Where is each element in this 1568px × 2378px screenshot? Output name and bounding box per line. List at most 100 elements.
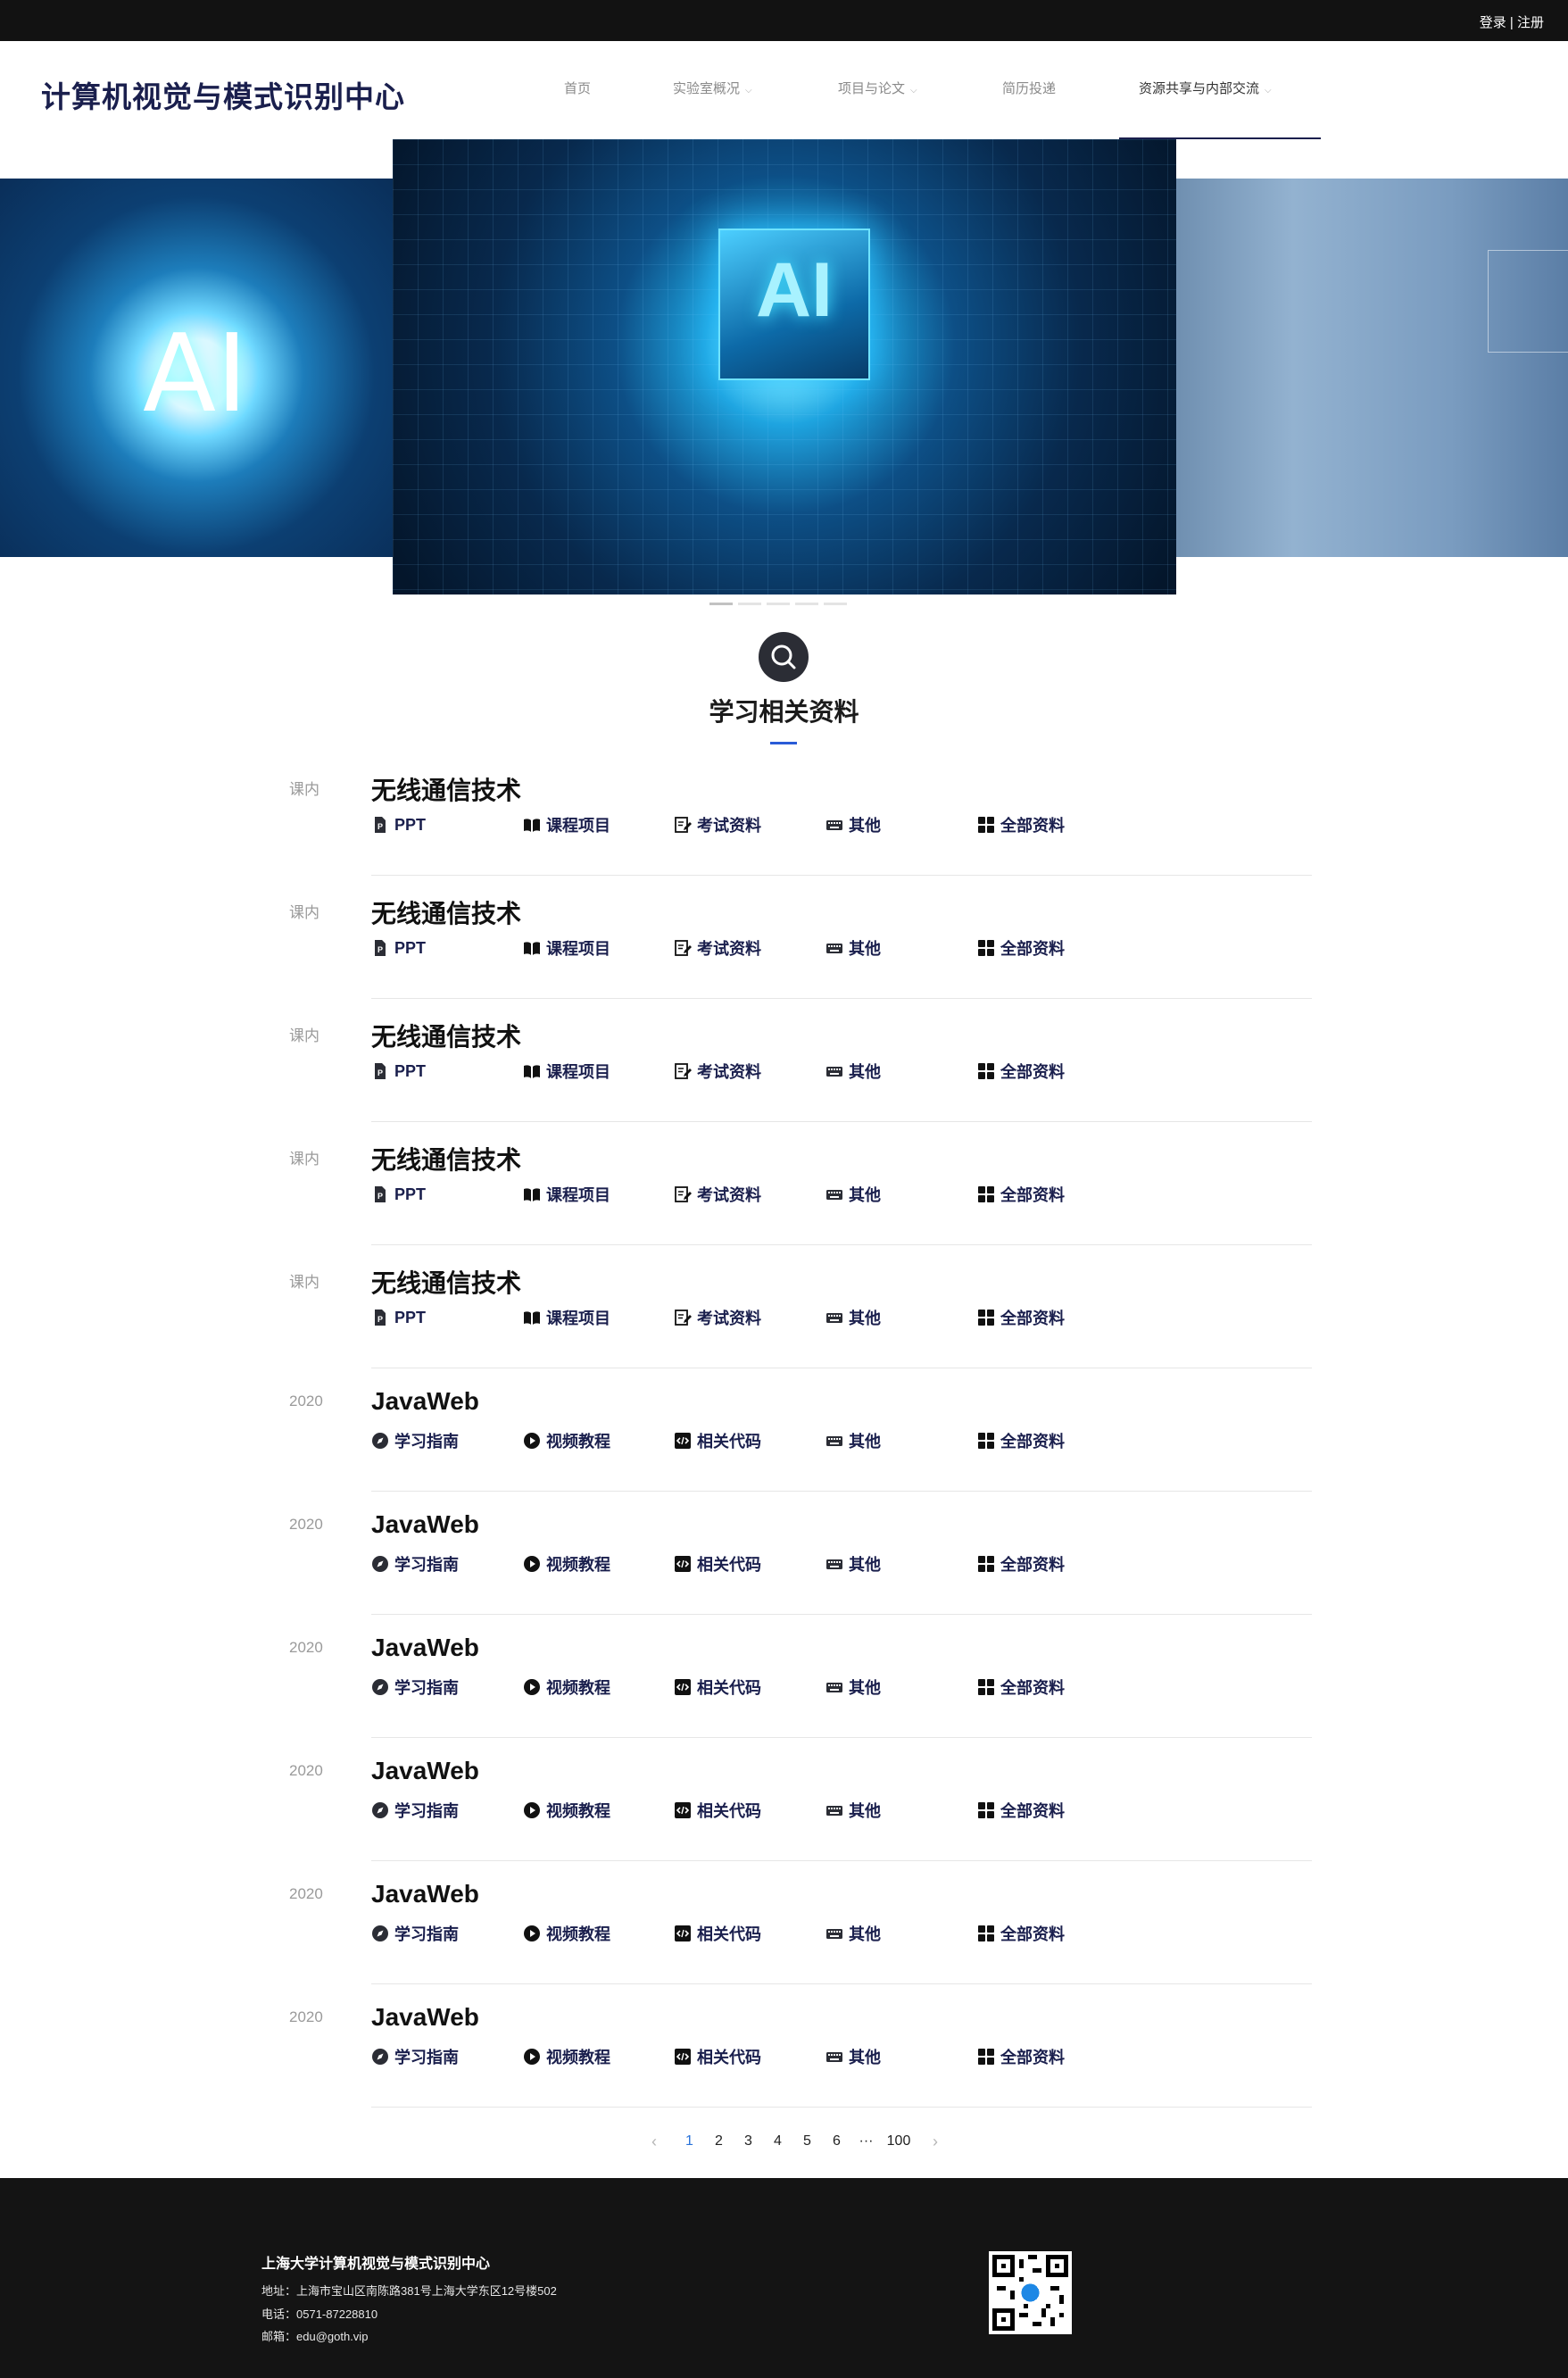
item-title[interactable]: 无线通信技术 xyxy=(371,1264,521,1300)
item-title[interactable]: JavaWeb xyxy=(371,1387,479,1416)
resource-link[interactable]: 课程项目 xyxy=(523,1184,610,1205)
resource-link[interactable]: 全部资料 xyxy=(977,937,1065,959)
resource-link[interactable]: 考试资料 xyxy=(674,1307,761,1328)
page-3[interactable]: 3 xyxy=(734,2133,763,2149)
banner-prev-slide[interactable]: AI xyxy=(0,179,393,557)
resource-link[interactable]: P PPT xyxy=(371,937,426,959)
resource-link[interactable]: 视频教程 xyxy=(523,1553,610,1575)
carousel-dot[interactable] xyxy=(767,603,790,605)
resource-link[interactable]: 考试资料 xyxy=(674,1060,761,1082)
nav-label: 项目与论文 xyxy=(838,81,906,96)
resource-link[interactable]: 相关代码 xyxy=(674,1553,761,1575)
resource-link[interactable]: 相关代码 xyxy=(674,1923,761,1944)
resource-link[interactable]: 全部资料 xyxy=(977,1060,1065,1082)
chevron-down-icon: ⌵ xyxy=(745,86,752,96)
page-6[interactable]: 6 xyxy=(822,2133,851,2149)
resource-link[interactable]: 其他 xyxy=(825,1307,881,1328)
resource-link[interactable]: 学习指南 xyxy=(371,1430,459,1451)
resource-link[interactable]: 其他 xyxy=(825,1553,881,1575)
resource-link[interactable]: 其他 xyxy=(825,814,881,836)
resource-link[interactable]: 考试资料 xyxy=(674,814,761,836)
nav-home[interactable]: 首页 xyxy=(564,41,591,139)
item-title[interactable]: 无线通信技术 xyxy=(371,1018,521,1053)
item-title[interactable]: JavaWeb xyxy=(371,2003,479,2032)
resource-link[interactable]: 全部资料 xyxy=(977,1184,1065,1205)
resource-link[interactable]: 其他 xyxy=(825,937,881,959)
resource-link-label: 全部资料 xyxy=(1000,2049,1065,2066)
nav-projects-papers[interactable]: 项目与论文 ⌵ xyxy=(838,41,917,139)
next-page-button[interactable]: › xyxy=(924,2133,947,2151)
item-title[interactable]: JavaWeb xyxy=(371,1634,479,1662)
resource-link[interactable]: 视频教程 xyxy=(523,2046,610,2067)
resource-link[interactable]: 学习指南 xyxy=(371,1553,459,1575)
resource-link[interactable]: 全部资料 xyxy=(977,1307,1065,1328)
banner-left-text: AI xyxy=(143,312,248,437)
banner-main-slide[interactable]: AI xyxy=(393,139,1176,594)
site-title[interactable]: 计算机视觉与模式识别中心 xyxy=(41,73,405,116)
carousel-dot[interactable] xyxy=(738,603,761,605)
resource-link[interactable]: 视频教程 xyxy=(523,1800,610,1821)
item-title[interactable]: 无线通信技术 xyxy=(371,771,521,807)
resource-link[interactable]: 视频教程 xyxy=(523,1676,610,1698)
page-5[interactable]: 5 xyxy=(792,2133,822,2149)
grid-icon xyxy=(977,816,1000,834)
resource-link[interactable]: 全部资料 xyxy=(977,2046,1065,2067)
banner-next-slide[interactable] xyxy=(1175,179,1568,557)
list-item: 课内 无线通信技术 P PPT 课程项目 考试资料 其他 全部资料 xyxy=(0,889,1568,1012)
resource-link-label: 课程项目 xyxy=(546,1063,610,1081)
resource-link[interactable]: 相关代码 xyxy=(674,1676,761,1698)
resource-link[interactable]: 全部资料 xyxy=(977,1430,1065,1451)
resource-link[interactable]: 其他 xyxy=(825,1060,881,1082)
resource-link[interactable]: 考试资料 xyxy=(674,937,761,959)
item-title[interactable]: JavaWeb xyxy=(371,1757,479,1785)
resource-link[interactable]: 全部资料 xyxy=(977,1923,1065,1944)
resource-link[interactable]: 课程项目 xyxy=(523,814,610,836)
resource-link[interactable]: P PPT xyxy=(371,1184,426,1205)
nav-lab-overview[interactable]: 实验室概况 ⌵ xyxy=(673,41,752,139)
resource-link[interactable]: P PPT xyxy=(371,814,426,836)
resource-link[interactable]: 学习指南 xyxy=(371,1923,459,1944)
resource-link[interactable]: 其他 xyxy=(825,2046,881,2067)
page-4[interactable]: 4 xyxy=(763,2133,792,2149)
item-title[interactable]: JavaWeb xyxy=(371,1510,479,1539)
resource-link[interactable]: 视频教程 xyxy=(523,1430,610,1451)
resource-link-label: 全部资料 xyxy=(1000,1925,1065,1943)
resource-link[interactable]: P PPT xyxy=(371,1060,426,1082)
resource-link[interactable]: 全部资料 xyxy=(977,1553,1065,1575)
resource-link[interactable]: 视频教程 xyxy=(523,1923,610,1944)
page-2[interactable]: 2 xyxy=(704,2133,734,2149)
resource-link[interactable]: 考试资料 xyxy=(674,1184,761,1205)
item-title[interactable]: JavaWeb xyxy=(371,1880,479,1908)
carousel-dot[interactable] xyxy=(709,603,733,605)
register-link[interactable]: 注册 xyxy=(1517,15,1544,30)
resource-link[interactable]: 课程项目 xyxy=(523,1307,610,1328)
resource-link[interactable]: P PPT xyxy=(371,1307,426,1328)
resource-link[interactable]: 全部资料 xyxy=(977,814,1065,836)
resource-link[interactable]: 相关代码 xyxy=(674,1800,761,1821)
resource-link[interactable]: 相关代码 xyxy=(674,2046,761,2067)
login-link[interactable]: 登录 xyxy=(1480,15,1506,30)
resource-link[interactable]: 其他 xyxy=(825,1800,881,1821)
resource-link[interactable]: 其他 xyxy=(825,1430,881,1451)
resource-link-label: 课程项目 xyxy=(546,817,610,835)
resource-link[interactable]: 其他 xyxy=(825,1184,881,1205)
page-1[interactable]: 1 xyxy=(675,2133,704,2149)
resource-link[interactable]: 学习指南 xyxy=(371,1676,459,1698)
item-title[interactable]: 无线通信技术 xyxy=(371,1141,521,1177)
resource-link[interactable]: 学习指南 xyxy=(371,1800,459,1821)
carousel-dot[interactable] xyxy=(795,603,818,605)
resource-link[interactable]: 全部资料 xyxy=(977,1800,1065,1821)
resource-link[interactable]: 课程项目 xyxy=(523,1060,610,1082)
carousel-dot[interactable] xyxy=(824,603,847,605)
resource-link[interactable]: 课程项目 xyxy=(523,937,610,959)
resource-link[interactable]: 相关代码 xyxy=(674,1430,761,1451)
page-last[interactable]: 100 xyxy=(881,2133,917,2149)
resource-link[interactable]: 其他 xyxy=(825,1676,881,1698)
resource-link[interactable]: 其他 xyxy=(825,1923,881,1944)
prev-page-button[interactable]: ‹ xyxy=(643,2133,666,2151)
nav-resume[interactable]: 简历投递 xyxy=(1002,41,1056,139)
item-title[interactable]: 无线通信技术 xyxy=(371,894,521,930)
nav-resources[interactable]: 资源共享与内部交流 ⌵ xyxy=(1119,41,1321,139)
resource-link[interactable]: 全部资料 xyxy=(977,1676,1065,1698)
resource-link[interactable]: 学习指南 xyxy=(371,2046,459,2067)
